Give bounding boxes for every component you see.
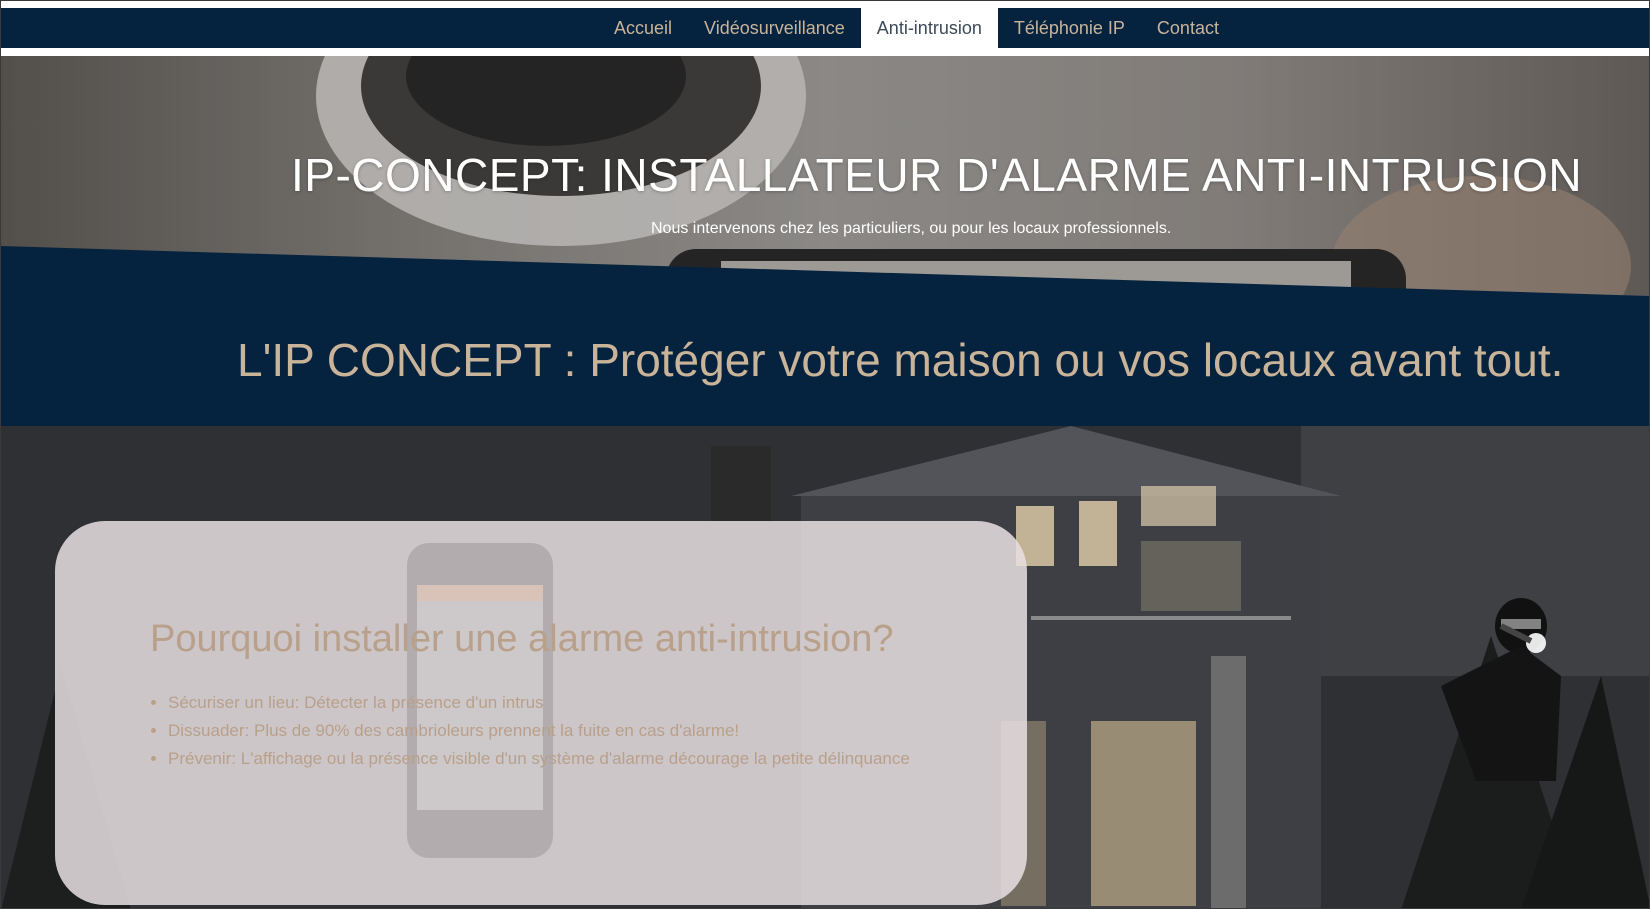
window-image-4 <box>1141 541 1241 611</box>
nav-divider <box>1 48 1649 56</box>
page-title: IP-CONCEPT: INSTALLATEUR D'ALARME ANTI-I… <box>291 149 1583 201</box>
list-item: Dissuader: Plus de 90% des cambrioleurs … <box>168 717 910 745</box>
nav-item-anti-intrusion[interactable]: Anti-intrusion <box>860 8 998 48</box>
chimney-image <box>711 446 771 526</box>
window-image <box>1141 486 1216 526</box>
alarm-app-header-image <box>417 585 543 601</box>
hero-subtitle: Nous intervenons chez les particuliers, … <box>651 220 1172 237</box>
banner-heading: L'IP CONCEPT : Protéger votre maison ou … <box>237 334 1564 386</box>
nav-item-contact[interactable]: Contact <box>1141 8 1235 48</box>
list-item: Prévenir: L'affichage ou la présence vis… <box>168 745 910 773</box>
page-frame: Accueil Vidéosurveillance Anti-intrusion… <box>0 0 1650 909</box>
nav-menu: Accueil Vidéosurveillance Anti-intrusion… <box>598 8 1235 48</box>
list-item: Sécuriser un lieu: Détecter la présence … <box>168 689 910 717</box>
card-title: Pourquoi installer une alarme anti-intru… <box>150 618 894 660</box>
door-image <box>1091 721 1196 906</box>
benefits-list: Sécuriser un lieu: Détecter la présence … <box>150 689 910 773</box>
nav-item-telephonie-ip[interactable]: Téléphonie IP <box>998 8 1141 48</box>
clouds-image <box>1301 426 1649 676</box>
porch-column-image <box>1211 656 1246 908</box>
balcony-rail-image <box>1031 616 1291 620</box>
top-nav: Accueil Vidéosurveillance Anti-intrusion… <box>1 8 1649 48</box>
house-section: Pourquoi installer une alarme anti-intru… <box>1 426 1649 908</box>
nav-item-videosurveillance[interactable]: Vidéosurveillance <box>688 8 861 48</box>
window-image-3 <box>1079 501 1117 566</box>
info-card: Pourquoi installer une alarme anti-intru… <box>55 521 1027 905</box>
nav-item-accueil[interactable]: Accueil <box>598 8 688 48</box>
hero-section: IP-CONCEPT: INSTALLATEUR D'ALARME ANTI-I… <box>1 56 1649 426</box>
